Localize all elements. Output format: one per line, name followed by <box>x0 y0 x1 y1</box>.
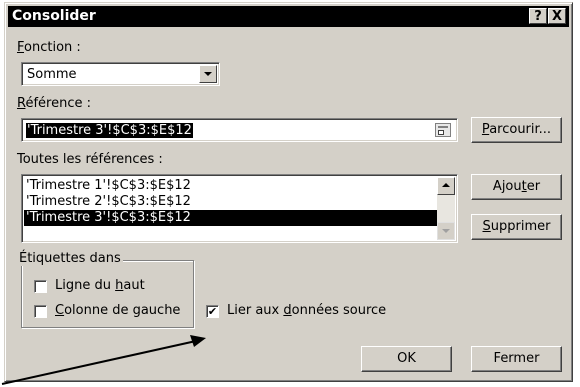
annotation-arrow <box>1 335 206 385</box>
